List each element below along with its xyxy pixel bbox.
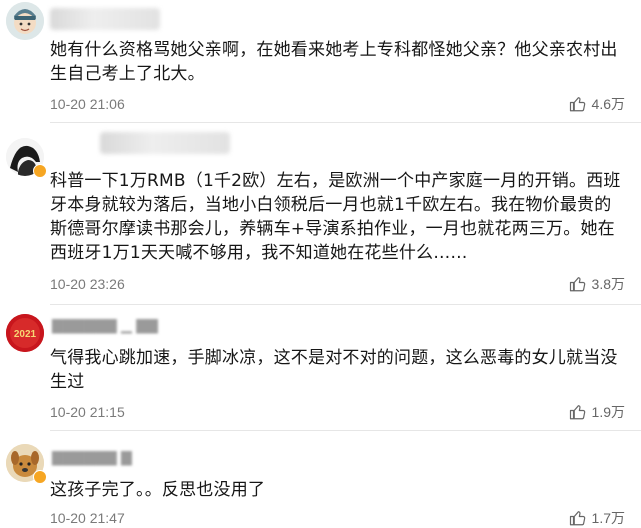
username-redacted: ▇▇▇▇▇▇ ▁ ▇▇	[52, 318, 158, 334]
thumbs-up-icon	[569, 511, 585, 526]
verified-badge	[33, 470, 47, 484]
red-2021-avatar-icon: 2021	[6, 314, 44, 352]
like-count: 4.6万	[591, 96, 625, 112]
comment-item: 她有什么资格骂她父亲啊，在她看来她考上专科都怪她父亲？他父亲农村出生自己考上了北…	[0, 0, 641, 124]
avatar[interactable]	[6, 2, 44, 40]
comment-item: 科普一下1万RMB（1千2欧）左右，是欧洲一个中产家庭一月的开销。西班牙本身就较…	[0, 124, 641, 305]
comment-time: 10-20 21:15	[50, 404, 125, 420]
username-redacted	[50, 8, 160, 30]
comment-time: 10-20 21:06	[50, 96, 125, 112]
like-count: 1.7万	[591, 510, 625, 526]
thumbs-up-icon	[569, 405, 585, 420]
comment-item: 2021 ▇▇▇▇▇▇ ▁ ▇▇ 气得我心跳加速，手脚冰凉，这不是对不对的问题，…	[0, 304, 641, 431]
svg-text:2021: 2021	[14, 329, 37, 340]
comment-text: 科普一下1万RMB（1千2欧）左右，是欧洲一个中产家庭一月的开销。西班牙本身就较…	[50, 171, 621, 263]
like-button[interactable]: 3.8万	[569, 274, 625, 294]
avatar[interactable]: 2021	[6, 314, 44, 352]
comment-time: 10-20 23:26	[50, 276, 125, 292]
like-count: 3.8万	[591, 276, 625, 292]
verified-badge	[33, 164, 47, 178]
username-redacted	[100, 132, 230, 154]
comment-text: 气得我心跳加速，手脚冰凉，这不是对不对的问题，这么恶毒的女儿就当没生过	[50, 348, 618, 392]
username-redacted: ▇▇▇▇▇▇ ▇	[52, 450, 132, 466]
comment-item: ▇▇▇▇▇▇ ▇ 这孩子完了。。反思也没用了 10-20 21:47 1.7万	[0, 430, 641, 528]
comment-text: 这孩子完了。。反思也没用了	[50, 480, 266, 500]
thumbs-up-icon	[569, 97, 585, 112]
like-count: 1.9万	[591, 404, 625, 420]
like-button[interactable]: 1.9万	[569, 402, 625, 422]
comment-time: 10-20 21:47	[50, 510, 125, 526]
like-button[interactable]: 4.6万	[569, 94, 625, 114]
thumbs-up-icon	[569, 277, 585, 292]
divider	[50, 122, 641, 123]
cartoon-avatar-icon	[6, 2, 44, 40]
comment-text: 她有什么资格骂她父亲啊，在她看来她考上专科都怪她父亲？他父亲农村出生自己考上了北…	[50, 40, 618, 84]
like-button[interactable]: 1.7万	[569, 508, 625, 528]
